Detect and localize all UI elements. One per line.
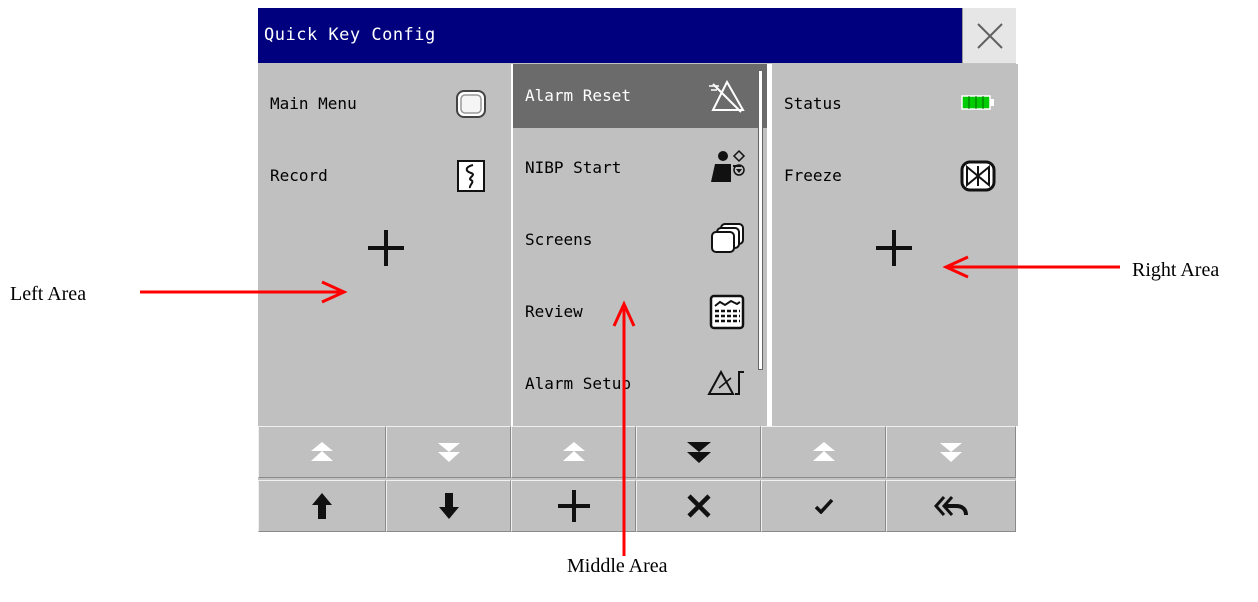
left-area-arrow xyxy=(140,280,348,304)
middle-area-arrow xyxy=(612,300,636,556)
annotation-arrows xyxy=(140,255,1120,556)
right-area-arrow xyxy=(942,255,1120,279)
